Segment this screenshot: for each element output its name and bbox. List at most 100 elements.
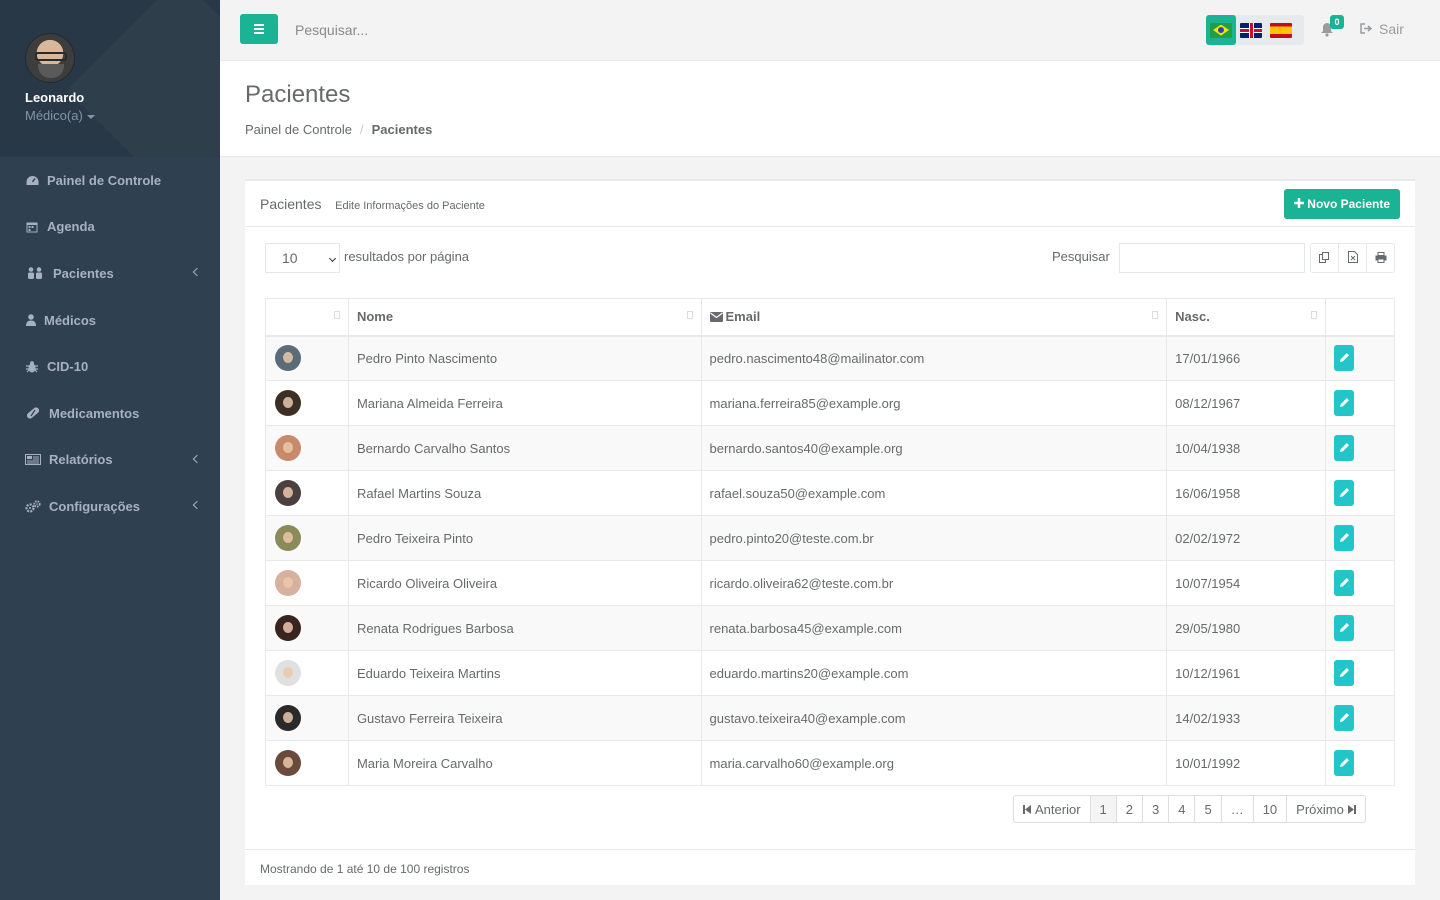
avatar-cell bbox=[265, 695, 349, 741]
copy-button[interactable] bbox=[1310, 243, 1339, 273]
user-role: Médico(a) bbox=[25, 108, 83, 123]
avatar-cell bbox=[265, 650, 349, 696]
column-avatar[interactable] bbox=[265, 298, 349, 337]
edit-patient-button[interactable] bbox=[1334, 390, 1355, 416]
plus-icon bbox=[1294, 197, 1305, 211]
patient-birth-date: 10/04/1938 bbox=[1175, 440, 1241, 456]
patient-email: pedro.pinto20@teste.com.br bbox=[709, 530, 874, 546]
language-en-gb-button[interactable] bbox=[1236, 15, 1266, 45]
sort-icon bbox=[333, 311, 340, 319]
excel-button[interactable] bbox=[1338, 243, 1367, 273]
pagination-page[interactable]: 10 bbox=[1252, 795, 1288, 823]
patient-email: renata.barbosa45@example.com bbox=[709, 620, 902, 636]
actions-cell bbox=[1325, 380, 1395, 426]
table-body: Pedro Pinto Nascimento pedro.nascimento48… bbox=[265, 335, 1395, 786]
sidebar-item-cid10[interactable]: CID-10 bbox=[0, 343, 220, 390]
language-es-button[interactable] bbox=[1266, 15, 1296, 45]
menu-toggle-button[interactable] bbox=[240, 14, 278, 44]
sidebar-item-pacientes[interactable]: Pacientes bbox=[0, 250, 220, 297]
column-name[interactable]: Nome bbox=[347, 298, 702, 337]
sidebar-item-relatorios[interactable]: Relatórios bbox=[0, 437, 220, 484]
edit-patient-button[interactable] bbox=[1334, 570, 1355, 596]
user-role-dropdown[interactable]: Médico(a) bbox=[25, 108, 220, 123]
patient-birth-date: 10/01/1992 bbox=[1175, 755, 1241, 771]
patient-avatar bbox=[275, 705, 301, 731]
edit-patient-button[interactable] bbox=[1334, 750, 1355, 776]
name-cell: Ricardo Oliveira Oliveira bbox=[347, 560, 702, 606]
table-row: Mariana Almeida Ferreira mariana.ferreira… bbox=[265, 380, 1395, 426]
logout-link[interactable]: Sair bbox=[1360, 21, 1404, 37]
top-search-input[interactable] bbox=[295, 20, 595, 40]
breadcrumb-home-link[interactable]: Painel de Controle bbox=[245, 122, 352, 137]
table-search-input[interactable] bbox=[1119, 243, 1305, 273]
sidebar-item-medicos[interactable]: Médicos bbox=[0, 297, 220, 344]
name-cell: Eduardo Teixeira Martins bbox=[347, 650, 702, 696]
email-cell: ricardo.oliveira62@teste.com.br bbox=[700, 560, 1168, 606]
edit-patient-button[interactable] bbox=[1334, 345, 1355, 372]
pagination-page[interactable]: 2 bbox=[1115, 795, 1143, 823]
sidebar-item-label: Configurações bbox=[49, 498, 141, 514]
avatar-cell bbox=[265, 380, 349, 426]
panel-header: Pacientes Edite Informações do Paciente … bbox=[245, 181, 1415, 227]
avatar-cell bbox=[265, 335, 349, 381]
pagination-page[interactable]: 4 bbox=[1168, 795, 1196, 823]
sidebar-item-dashboard[interactable]: Painel de Controle bbox=[0, 157, 220, 204]
page-number: … bbox=[1230, 801, 1244, 817]
page-length-select[interactable]: 10 bbox=[265, 243, 340, 273]
patient-birth-date: 10/07/1954 bbox=[1175, 575, 1241, 591]
step-backward-icon bbox=[1023, 802, 1031, 817]
pencil-icon bbox=[1339, 666, 1350, 681]
column-birth-label: Nasc. bbox=[1175, 309, 1210, 325]
patient-email: pedro.nascimento48@mailinator.com bbox=[709, 350, 925, 366]
edit-patient-button[interactable] bbox=[1334, 660, 1355, 686]
print-button[interactable] bbox=[1366, 243, 1395, 273]
patient-name: Mariana Almeida Ferreira bbox=[356, 395, 503, 411]
pagination-prev-label: Anterior bbox=[1035, 801, 1081, 817]
top-navbar: 0 Sair bbox=[220, 0, 1440, 61]
sidebar-nav: Painel de Controle Agenda Pacientes Médi… bbox=[0, 157, 220, 530]
table-row: Pedro Pinto Nascimento pedro.nascimento48… bbox=[265, 335, 1395, 381]
edit-patient-button[interactable] bbox=[1334, 615, 1355, 641]
sidebar-item-agenda[interactable]: Agenda bbox=[0, 204, 220, 251]
user-avatar[interactable] bbox=[25, 33, 75, 83]
column-email-label: Email bbox=[725, 308, 761, 324]
table-row: Gustavo Ferreira Teixeira gustavo.teixeir… bbox=[265, 695, 1395, 741]
pagination-next-button[interactable]: Próximo bbox=[1286, 795, 1366, 823]
pencil-icon bbox=[1339, 486, 1350, 501]
birth-cell: 10/12/1961 bbox=[1166, 650, 1327, 696]
spain-flag-icon bbox=[1270, 22, 1292, 38]
pagination-page[interactable]: 3 bbox=[1142, 795, 1170, 823]
language-pt-br-button[interactable] bbox=[1206, 15, 1236, 45]
actions-cell bbox=[1325, 470, 1395, 516]
actions-cell bbox=[1325, 650, 1395, 696]
pencil-icon bbox=[1339, 711, 1350, 726]
pill-icon bbox=[25, 406, 41, 420]
calendar-icon bbox=[25, 220, 39, 234]
table-row: Eduardo Teixeira Martins eduardo.martins2… bbox=[265, 650, 1395, 696]
column-birth[interactable]: Nasc. bbox=[1166, 298, 1327, 337]
patients-panel: Pacientes Edite Informações do Paciente … bbox=[245, 179, 1415, 885]
sidebar-item-medicamentos[interactable]: Medicamentos bbox=[0, 390, 220, 437]
edit-patient-button[interactable] bbox=[1334, 705, 1355, 731]
edit-patient-button[interactable] bbox=[1334, 525, 1355, 551]
language-switcher bbox=[1206, 15, 1304, 45]
dashboard-icon bbox=[25, 173, 39, 187]
pagination-page[interactable]: 5 bbox=[1194, 795, 1222, 823]
table-controls: 10 resultados por página Pesquisar bbox=[265, 243, 1395, 273]
file-excel-icon bbox=[1347, 250, 1358, 266]
chevron-left-icon bbox=[192, 268, 202, 277]
sort-icon bbox=[686, 311, 693, 319]
pagination-previous-button[interactable]: Anterior bbox=[1013, 795, 1091, 823]
pagination-page[interactable]: 1 bbox=[1089, 795, 1117, 823]
column-email[interactable]: Email bbox=[700, 298, 1168, 337]
sidebar-item-configuracoes[interactable]: Configurações bbox=[0, 483, 220, 530]
edit-patient-button[interactable] bbox=[1334, 435, 1355, 461]
email-cell: eduardo.martins20@example.com bbox=[700, 650, 1168, 696]
edit-patient-button[interactable] bbox=[1334, 480, 1355, 506]
birth-cell: 02/02/1972 bbox=[1166, 515, 1327, 561]
new-patient-button[interactable]: Novo Paciente bbox=[1284, 189, 1400, 219]
name-cell: Pedro Teixeira Pinto bbox=[347, 515, 702, 561]
avatar-cell bbox=[265, 605, 349, 651]
sidebar-item-label: Pacientes bbox=[53, 265, 114, 281]
actions-cell bbox=[1325, 335, 1395, 381]
